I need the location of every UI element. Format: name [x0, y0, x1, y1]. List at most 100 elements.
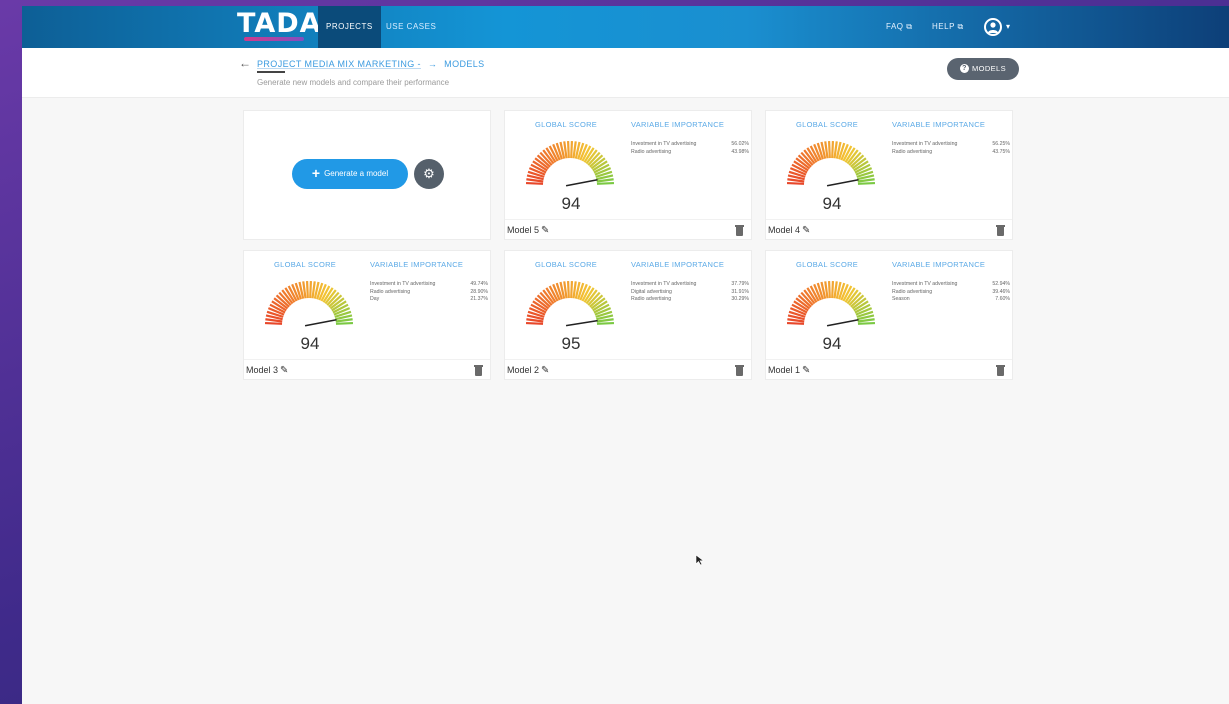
model-name[interactable]: Model 3 [246, 365, 278, 375]
generate-model-button[interactable]: + Generate a model [292, 159, 408, 189]
page-subtitle: Generate new models and compare their pe… [257, 78, 450, 87]
model-card-footer: Model 3 ✎ [244, 359, 490, 380]
variable-name: Radio advertising [631, 148, 672, 155]
model-name[interactable]: Model 5 [507, 225, 539, 235]
chevron-down-icon[interactable]: ▾ [1006, 22, 1010, 31]
back-arrow-icon[interactable]: ← [239, 56, 251, 70]
variable-name: Investment in TV advertising [631, 281, 697, 287]
model-name[interactable]: Model 1 [768, 365, 800, 375]
pencil-icon[interactable]: ✎ [802, 225, 810, 236]
trash-icon[interactable] [474, 365, 483, 376]
variable-value: 52.94% [992, 281, 1010, 287]
score-gauge [786, 140, 876, 187]
model-card: GLOBAL SCORE VARIABLE IMPORTANCE 94 Investm… [504, 110, 752, 240]
model-name[interactable]: Model 4 [768, 225, 800, 235]
gauge-needle [826, 178, 859, 187]
app-window: TADA PROJECTS USE CASES FAQ ⧉ HELP ⧉ ▾ ←… [22, 6, 1229, 704]
pencil-icon[interactable]: ✎ [280, 365, 288, 376]
variable-name: Season [892, 296, 910, 302]
global-score-value: 94 [822, 334, 842, 353]
variable-name: Investment in TV advertising [370, 281, 436, 287]
variable-row: Radio advertising 43.75% [892, 149, 1010, 157]
logo-underline [244, 37, 304, 41]
faq-link[interactable]: FAQ ⧉ [886, 6, 912, 48]
variable-row: Radio advertising 30.29% [631, 296, 749, 304]
model-card: GLOBAL SCORE VARIABLE IMPORTANCE 95 Investm… [504, 250, 752, 380]
variable-name: Day [370, 296, 380, 302]
model-card: GLOBAL SCORE VARIABLE IMPORTANCE 94 Investm… [765, 110, 1013, 240]
variable-value: 21.37% [470, 296, 488, 302]
user-avatar-icon[interactable] [984, 18, 1002, 36]
variable-value: 56.02% [731, 141, 749, 147]
gauge-segment [566, 280, 570, 299]
score-gauge [525, 140, 615, 187]
variable-row: Investment in TV advertising 56.25% [892, 141, 1010, 149]
variable-value: 7.60% [995, 296, 1010, 302]
global-score-label: GLOBAL SCORE [796, 120, 859, 129]
global-score-label: GLOBAL SCORE [274, 260, 337, 269]
variable-name: Radio advertising [631, 296, 672, 302]
tada-logo[interactable]: TADA [237, 10, 322, 37]
trash-icon[interactable] [735, 225, 744, 236]
plus-icon: + [311, 165, 321, 181]
global-score-value: 94 [300, 334, 320, 353]
global-score-value: 95 [561, 334, 581, 353]
variable-value: 43.98% [731, 148, 749, 155]
variable-importance-list: Investment in TV advertising 56.02% Radio … [631, 141, 749, 156]
pencil-icon[interactable]: ✎ [802, 365, 810, 376]
global-score-value: 94 [822, 194, 842, 213]
global-score-label: GLOBAL SCORE [535, 120, 598, 129]
top-navbar: TADA PROJECTS USE CASES FAQ ⧉ HELP ⧉ ▾ [22, 6, 1229, 48]
gauge-segment [831, 280, 835, 299]
variable-row: Season 7.60% [892, 296, 1010, 304]
variable-value: 37.79% [731, 281, 749, 287]
variable-row: Radio advertising 43.98% [631, 149, 749, 157]
variable-row: Digital advertising 31.91% [631, 289, 749, 297]
tab-use-cases[interactable]: USE CASES [378, 6, 444, 48]
variable-name: Investment in TV advertising [892, 281, 958, 287]
trash-icon[interactable] [996, 225, 1005, 236]
model-card-footer: Model 2 ✎ [505, 359, 751, 380]
model-card: GLOBAL SCORE VARIABLE IMPORTANCE 94 Investm… [765, 250, 1013, 380]
breadcrumb: PROJECT MEDIA MIX MARKETING - → MODELS [257, 59, 485, 69]
pencil-icon[interactable]: ✎ [541, 225, 549, 236]
model-name[interactable]: Model 2 [507, 365, 539, 375]
gauge-segment [596, 321, 615, 325]
gauge-needle [826, 318, 859, 327]
variable-row: Radio advertising 39.46% [892, 289, 1010, 297]
variable-name: Radio advertising [892, 148, 933, 155]
gauge-needle [565, 178, 598, 187]
variable-importance-list: Investment in TV advertising 56.25% Radio … [892, 141, 1010, 156]
gauge-segment [570, 140, 574, 159]
trash-icon[interactable] [735, 365, 744, 376]
tab-projects[interactable]: PROJECTS [318, 6, 381, 48]
model-card-footer: Model 1 ✎ [766, 359, 1012, 380]
model-card-footer: Model 5 ✎ [505, 219, 751, 240]
gauge-segment [827, 140, 831, 159]
variable-value: 30.29% [731, 296, 749, 302]
models-help-button[interactable]: ? MODELS [947, 58, 1019, 80]
gear-icon[interactable]: ⚙ [414, 159, 444, 189]
gauge-segment [570, 280, 574, 299]
variable-importance-label: VARIABLE IMPORTANCE [631, 260, 725, 269]
model-card-footer: Model 4 ✎ [766, 219, 1012, 240]
variable-row: Radio advertising 28.90% [370, 289, 488, 297]
question-icon: ? [959, 63, 969, 73]
variable-value: 49.74% [470, 281, 488, 287]
gauge-segment [786, 181, 805, 185]
pencil-icon[interactable]: ✎ [541, 365, 549, 376]
global-score-label: GLOBAL SCORE [535, 260, 598, 269]
variable-value: 43.75% [992, 148, 1010, 155]
trash-icon[interactable] [996, 365, 1005, 376]
variable-row: Investment in TV advertising 52.94% [892, 281, 1010, 289]
generate-model-card: + Generate a model ⚙ [243, 110, 491, 240]
gauge-segment [831, 140, 835, 159]
help-link[interactable]: HELP ⧉ [932, 6, 964, 48]
models-button-label: MODELS [971, 64, 1007, 73]
score-gauge [264, 280, 354, 327]
gauge-segment [857, 181, 876, 185]
gauge-segment [525, 181, 544, 185]
breadcrumb-current: MODELS [444, 59, 485, 69]
variable-name: Digital advertising [631, 288, 672, 295]
breadcrumb-project-link[interactable]: PROJECT MEDIA MIX MARKETING - [257, 59, 421, 69]
